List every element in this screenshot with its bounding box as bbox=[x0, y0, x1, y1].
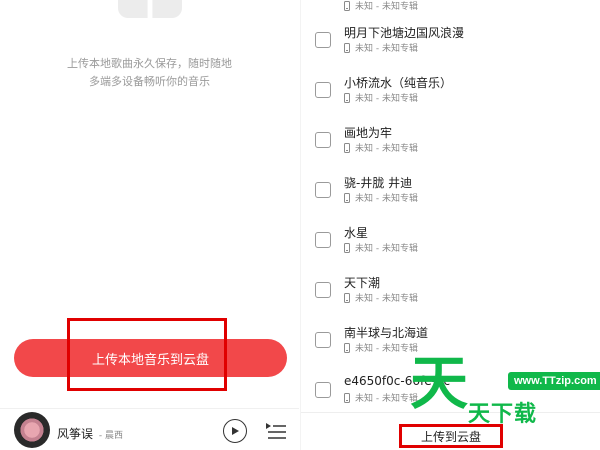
song-checkbox[interactable] bbox=[315, 132, 331, 148]
song-meta: 未知 - 未知专辑 bbox=[344, 341, 418, 354]
watermark-name: 天下载 bbox=[468, 402, 538, 427]
phone-icon bbox=[344, 92, 350, 103]
highlight-box bbox=[67, 318, 227, 391]
song-checkbox[interactable] bbox=[315, 382, 331, 398]
watermark-url: www.TTzip.com bbox=[508, 372, 600, 390]
cloud-upload-icon bbox=[118, 0, 182, 18]
song-meta: 未知 - 未知专辑 bbox=[344, 91, 418, 104]
phone-icon bbox=[344, 342, 350, 353]
now-playing-artist: - 晨西 bbox=[98, 431, 123, 441]
song-meta: 未知 - 未知专辑 bbox=[344, 41, 418, 54]
album-cover[interactable] bbox=[14, 412, 50, 448]
now-playing[interactable]: 风筝误 - 晨西 bbox=[57, 425, 123, 442]
song-meta: 未知 - 未知专辑 bbox=[344, 191, 418, 204]
playlist-icon[interactable] bbox=[266, 422, 286, 440]
song-title: 明月下池塘边国风浪漫 bbox=[344, 26, 465, 40]
empty-description-line2: 多端多设备畅听你的音乐 bbox=[89, 75, 210, 88]
phone-icon bbox=[344, 292, 350, 303]
song-checkbox[interactable] bbox=[315, 232, 331, 248]
song-title: 天下潮 bbox=[344, 276, 381, 290]
song-meta: 未知 - 未知专辑 bbox=[344, 241, 418, 254]
cloud-drive-empty-panel: 上传本地歌曲永久保存，随时随地 多端多设备畅听你的音乐 上传本地音乐到云盘 风筝… bbox=[0, 0, 299, 450]
song-checkbox[interactable] bbox=[315, 82, 331, 98]
empty-description-line1: 上传本地歌曲永久保存，随时随地 bbox=[67, 57, 232, 70]
song-title: 水星 bbox=[344, 226, 369, 240]
song-checkbox[interactable] bbox=[315, 282, 331, 298]
phone-icon bbox=[344, 142, 350, 153]
song-meta-partial: 未知 - 未知专辑 bbox=[344, 0, 418, 12]
song-meta: 未知 - 未知专辑 bbox=[344, 391, 418, 404]
mini-player[interactable]: 风筝误 - 晨西 bbox=[0, 408, 299, 450]
now-playing-title: 风筝误 bbox=[57, 427, 94, 441]
song-title: 骁-井胧 井迪 bbox=[344, 176, 413, 190]
song-checkbox[interactable] bbox=[315, 182, 331, 198]
watermark: 天 www.TTzip.com 天下载 bbox=[410, 354, 600, 430]
song-checkbox[interactable] bbox=[315, 32, 331, 48]
phone-icon bbox=[344, 392, 350, 403]
watermark-logo: 天 bbox=[410, 349, 469, 417]
song-meta: 未知 - 未知专辑 bbox=[344, 291, 418, 304]
phone-icon bbox=[344, 242, 350, 253]
phone-icon bbox=[344, 0, 350, 11]
song-title: 画地为牢 bbox=[344, 126, 393, 140]
song-title: 小桥流水（纯音乐） bbox=[344, 76, 453, 90]
phone-icon bbox=[344, 42, 350, 53]
song-checkbox[interactable] bbox=[315, 332, 331, 348]
phone-icon bbox=[344, 192, 350, 203]
song-title: 南半球与北海道 bbox=[344, 326, 429, 340]
play-icon[interactable] bbox=[223, 419, 247, 443]
song-meta: 未知 - 未知专辑 bbox=[344, 141, 418, 154]
